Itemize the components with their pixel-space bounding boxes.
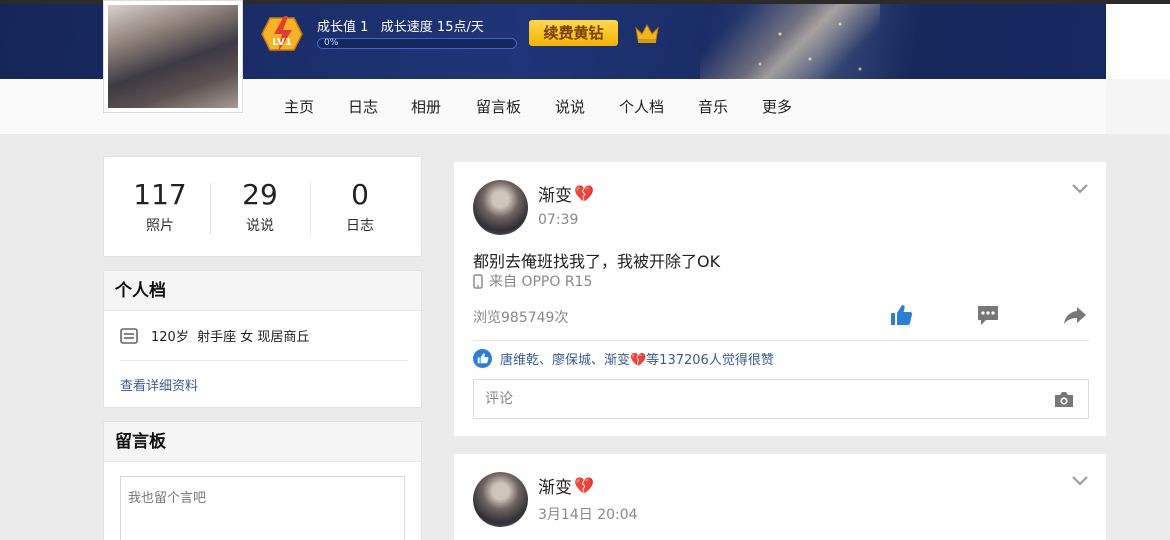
post-device: 来自 OPPO R15	[473, 271, 592, 291]
comment-input[interactable]: 评论	[473, 379, 1089, 419]
nav-album[interactable]: 相册	[411, 79, 441, 134]
divider	[120, 360, 408, 361]
stat-value: 0	[351, 178, 369, 211]
profile-summary-text: 120岁 射手座 女 现居商丘	[151, 330, 310, 345]
stats-card: 117 照片 29 说说 0 日志	[103, 156, 422, 257]
like-badge-icon	[473, 349, 492, 368]
profile-card-icon	[120, 327, 138, 344]
phone-icon	[473, 273, 483, 289]
feed-post: 渐变 💔 3月14日 20:04	[454, 454, 1106, 540]
stat-label: 日志	[346, 218, 374, 234]
view-details-link[interactable]: 查看详细资料	[120, 375, 198, 394]
chevron-down-icon[interactable]	[1072, 476, 1088, 486]
profile-card: 个人档 120岁 射手座 女 现居商丘 查看详细资料	[103, 270, 422, 408]
avatar[interactable]	[473, 472, 528, 527]
stat-value: 117	[133, 178, 187, 211]
stat-value: 29	[242, 178, 278, 211]
profile-summary: 120岁 射手座 女 现居商丘	[120, 326, 309, 345]
banner-decoration	[700, 4, 880, 79]
post-author[interactable]: 渐变 💔	[538, 473, 594, 498]
post-time: 3月14日 20:04	[538, 507, 638, 523]
likes-summary[interactable]: 唐维乾、廖保城、渐变💔等137206人觉得很赞	[473, 349, 774, 368]
chevron-down-icon[interactable]	[1072, 184, 1088, 194]
divider	[473, 340, 1089, 341]
nav-moments[interactable]: 说说	[555, 79, 585, 134]
post-time: 07:39	[538, 212, 579, 228]
avatar-photo	[108, 5, 238, 108]
nav-profile[interactable]: 个人档	[619, 79, 664, 134]
banner-edge	[1106, 4, 1170, 79]
growth-progress-bar: 0%	[317, 38, 517, 49]
feed-post: 渐变 💔 07:39 都别去俺班找我了，我被开除了OK 来自 OPPO R15 浏…	[454, 162, 1106, 436]
share-icon[interactable]	[1063, 303, 1087, 327]
comment-placeholder: 评论	[485, 391, 513, 407]
renew-vip-button[interactable]: 续费黄钻	[529, 20, 618, 46]
nav-more[interactable]: 更多	[762, 79, 792, 134]
nav-guestbook[interactable]: 留言板	[476, 79, 521, 134]
level-lightning-badge-icon[interactable]: LV1	[260, 14, 304, 54]
likes-text: 唐维乾、廖保城、渐变💔等137206人觉得很赞	[500, 353, 774, 368]
author-name: 渐变	[538, 186, 572, 206]
guestbook-card: 留言板 我也留个言吧	[103, 421, 422, 540]
nav-music[interactable]: 音乐	[698, 79, 728, 134]
stat-moments[interactable]: 29 说说	[210, 177, 310, 235]
progress-label: 0%	[324, 38, 339, 48]
growth-info: 成长值 1 成长速度 15点/天	[317, 20, 484, 35]
like-icon[interactable]	[889, 303, 913, 327]
device-text: 来自 OPPO R15	[489, 274, 593, 290]
broken-heart-emoji: 💔	[574, 184, 594, 203]
author-name: 渐变	[538, 478, 572, 498]
stat-blogs[interactable]: 0 日志	[310, 177, 410, 235]
stat-photos[interactable]: 117 照片	[110, 177, 210, 235]
level-text: LV1	[272, 37, 292, 48]
post-author[interactable]: 渐变 💔	[538, 181, 594, 206]
nav-home[interactable]: 主页	[284, 79, 314, 134]
broken-heart-emoji: 💔	[574, 476, 594, 495]
profile-avatar[interactable]	[103, 0, 243, 113]
camera-icon[interactable]	[1054, 391, 1074, 408]
profile-card-title: 个人档	[104, 271, 421, 311]
crown-icon[interactable]	[634, 22, 660, 44]
post-content: 都别去俺班找我了，我被开除了OK	[473, 252, 721, 271]
nav-blog[interactable]: 日志	[348, 79, 378, 134]
stat-label: 照片	[146, 218, 174, 234]
avatar[interactable]	[473, 180, 528, 235]
view-count: 浏览985749次	[473, 310, 569, 326]
guestbook-input[interactable]: 我也留个言吧	[120, 476, 405, 540]
stat-label: 说说	[246, 218, 274, 234]
comment-icon[interactable]	[976, 303, 1000, 327]
guestbook-title: 留言板	[104, 422, 421, 462]
